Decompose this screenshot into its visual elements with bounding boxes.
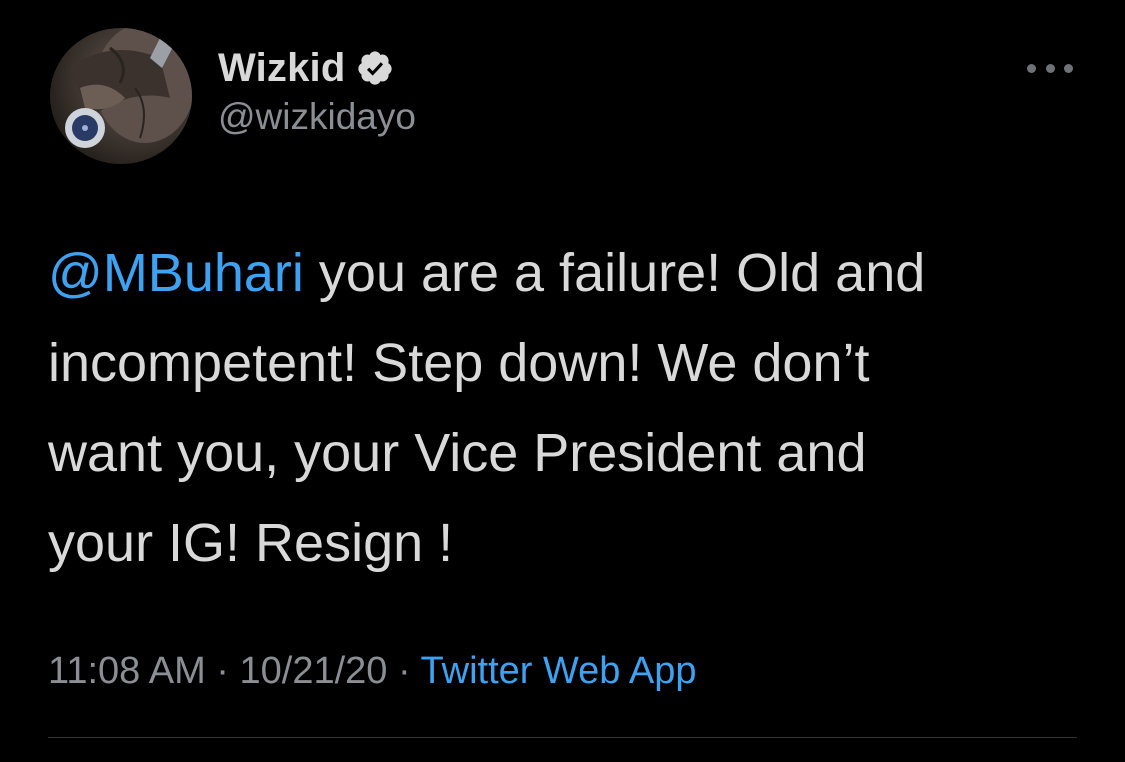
- author-name-row: Wizkid: [218, 42, 394, 94]
- more-dot: [1045, 63, 1055, 73]
- tweet-line-3: want you, your Vice President and: [48, 423, 867, 483]
- tweet-detail: Wizkid @wizkidayo @MBuhari you are a fai…: [0, 0, 1125, 762]
- verified-badge-icon: [357, 51, 392, 85]
- avatar[interactable]: [50, 28, 192, 164]
- tweet-text: @MBuhari you are a failure! Old and inco…: [48, 228, 1088, 588]
- author-handle[interactable]: @wizkidayo: [218, 96, 416, 138]
- more-dot: [1027, 63, 1036, 73]
- display-name[interactable]: Wizkid: [218, 46, 346, 91]
- meta-separator: ·: [387, 650, 421, 692]
- profile-photo-icon: [65, 28, 192, 148]
- tweet-metadata: 11:08 AM · 10/21/20 · Twitter Web App: [48, 650, 697, 693]
- more-dot: [1064, 63, 1073, 73]
- tweet-time[interactable]: 11:08 AM: [48, 650, 206, 692]
- tweet-line-4: your IG! Resign !: [48, 513, 454, 573]
- tweet-source-link[interactable]: Twitter Web App: [421, 650, 697, 692]
- tweet-line-2: incompetent! Step down! We don’t: [48, 333, 870, 393]
- tweet-date[interactable]: 10/21/20: [240, 650, 388, 692]
- more-options-icon[interactable]: [1027, 56, 1073, 80]
- tweet-line-1: @MBuhari you are a failure! Old and: [48, 228, 1088, 318]
- divider: [48, 737, 1077, 738]
- tweet-line-1-text: you are a failure! Old and: [303, 243, 926, 303]
- meta-separator: ·: [205, 650, 240, 692]
- mention-link[interactable]: @MBuhari: [48, 243, 304, 303]
